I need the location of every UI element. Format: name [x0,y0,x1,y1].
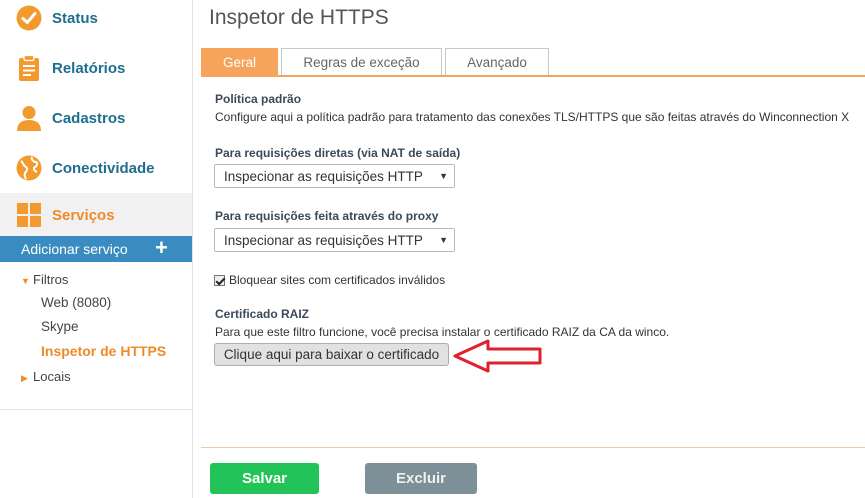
sidebar-divider [0,409,192,410]
sidebar-item-status[interactable]: Status [0,0,192,43]
tree-item-label: Locais [33,369,71,384]
tree-item-label: Filtros [33,272,69,287]
plus-icon[interactable]: + [155,237,168,259]
block-invalid-certs-label: Bloquear sites com certificados inválido… [229,273,446,287]
proxy-requests-select[interactable]: Inspecionar as requisições HTTP ▼ [214,228,455,252]
clipboard-icon [19,54,39,81]
tree-subitem-skype[interactable]: Skype [41,319,79,334]
sidebar: Status Relatórios Cadastros Conectividad… [0,0,193,498]
select-value: Inspecionar as requisições HTTP [224,232,423,248]
sidebar-item-label: Serviços [52,206,115,224]
tree-item-locais[interactable]: ▶ Locais [21,369,71,384]
tab-avancado[interactable]: Avançado [445,48,549,76]
tab-geral[interactable]: Geral [201,48,278,76]
page-title: Inspetor de HTTPS [209,6,389,29]
download-certificate-button[interactable]: Clique aqui para baixar o certificado [214,343,449,366]
default-policy-description: Configure aqui a política padrão para tr… [215,110,850,124]
user-icon [17,106,41,131]
select-value: Inspecionar as requisições HTTP [224,168,423,184]
sidebar-item-servicos[interactable]: Serviços [0,193,192,237]
sidebar-item-conectividade[interactable]: Conectividade [0,143,192,193]
tab-regras-excecao[interactable]: Regras de exceção [281,48,442,76]
grid-icon [17,203,41,227]
proxy-requests-label: Para requisições feita através do proxy [215,209,439,223]
sidebar-item-cadastros[interactable]: Cadastros [0,93,192,143]
sidebar-item-label: Conectividade [52,159,155,177]
app-window: Status Relatórios Cadastros Conectividad… [0,0,865,498]
delete-button[interactable]: Excluir [365,463,477,494]
globe-icon [16,155,42,181]
caret-right-icon: ▶ [21,373,28,383]
caret-down-icon: ▼ [439,235,448,245]
root-cert-description: Para que este filtro funcione, você prec… [215,325,670,339]
caret-down-icon: ▼ [439,171,448,181]
tree-item-filtros[interactable]: ▼ Filtros [21,272,68,287]
block-invalid-certs-checkbox[interactable] [214,274,225,286]
direct-requests-select[interactable]: Inspecionar as requisições HTTP ▼ [214,164,455,188]
add-service-bar[interactable]: Adicionar serviço + [0,236,192,262]
root-cert-title: Certificado RAIZ [215,307,310,321]
block-invalid-certs-row: Bloquear sites com certificados inválido… [214,273,445,287]
direct-requests-label: Para requisições diretas (via NAT de saí… [215,146,461,160]
caret-down-icon: ▼ [21,276,30,286]
sidebar-item-label: Cadastros [52,109,126,127]
save-button[interactable]: Salvar [210,463,319,494]
sidebar-item-relatorios[interactable]: Relatórios [0,43,192,93]
add-service-label: Adicionar serviço [21,241,128,257]
red-arrow-annotation-icon [453,339,542,373]
check-circle-icon [16,5,42,31]
default-policy-title: Política padrão [215,92,302,106]
tree-subitem-web[interactable]: Web (8080) [41,295,111,310]
footer-divider [201,447,865,448]
sidebar-item-label: Relatórios [52,59,126,77]
tree-subitem-inspetor-https[interactable]: Inspetor de HTTPS [41,343,166,359]
tab-underline [201,75,865,77]
sidebar-item-label: Status [52,9,98,27]
